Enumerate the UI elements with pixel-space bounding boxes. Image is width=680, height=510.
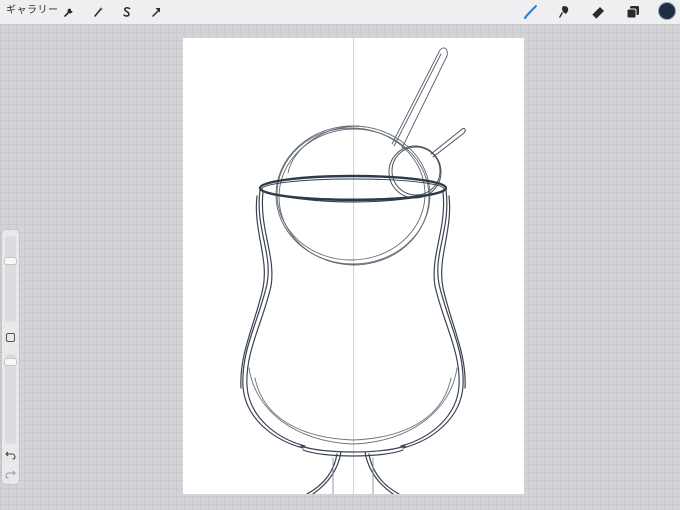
- straw-sketch: [391, 47, 448, 149]
- undo-icon[interactable]: [5, 449, 16, 460]
- magic-wand-icon[interactable]: [90, 4, 106, 20]
- wrench-icon[interactable]: [61, 4, 77, 20]
- color-picker-swatch[interactable]: [659, 3, 675, 19]
- eraser-icon[interactable]: [589, 3, 607, 21]
- selection-icon[interactable]: [119, 4, 135, 20]
- opacity-slider[interactable]: [5, 354, 16, 444]
- drawing-canvas[interactable]: [183, 38, 524, 494]
- left-sidebar: [2, 230, 19, 484]
- brush-size-slider[interactable]: [5, 236, 16, 322]
- modify-button[interactable]: [6, 333, 15, 342]
- smudge-icon[interactable]: [555, 3, 573, 21]
- brush-size-slider-handle[interactable]: [5, 258, 16, 264]
- opacity-slider-handle[interactable]: [5, 359, 16, 365]
- layers-icon[interactable]: [624, 3, 642, 21]
- cherry-sketch: [388, 128, 466, 199]
- redo-icon[interactable]: [5, 468, 16, 479]
- gallery-button[interactable]: ギャラリー: [6, 4, 59, 18]
- top-toolbar: ギャラリー: [0, 0, 680, 24]
- brush-icon[interactable]: [521, 3, 539, 21]
- transform-arrow-icon[interactable]: [148, 4, 164, 20]
